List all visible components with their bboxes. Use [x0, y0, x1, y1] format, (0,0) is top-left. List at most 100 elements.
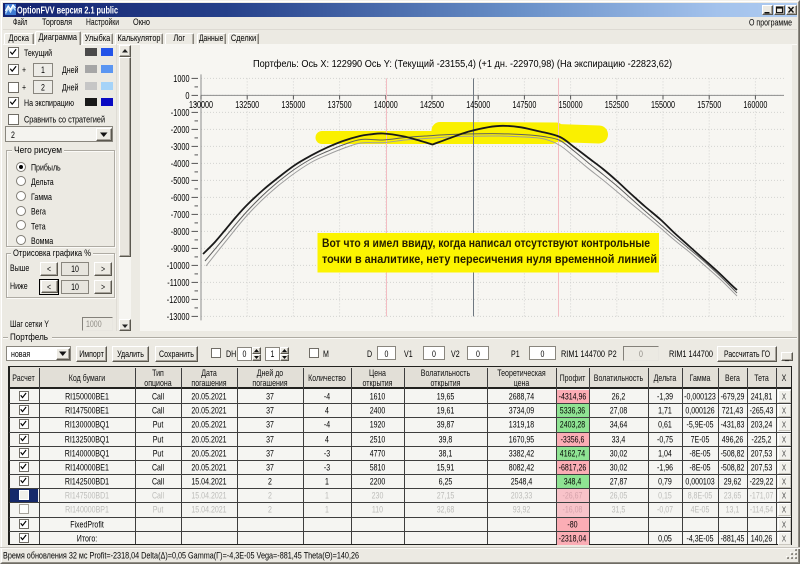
svg-text:RI132500BQ1: RI132500BQ1 [65, 435, 110, 446]
svg-text:открытия: открытия [363, 378, 393, 389]
svg-text:-8E-05: -8E-05 [689, 463, 710, 474]
svg-text:RI130000BQ1: RI130000BQ1 [65, 420, 110, 431]
svg-text:Гамма: Гамма [690, 373, 711, 384]
svg-text:Сохранить: Сохранить [159, 349, 194, 360]
svg-text:Put: Put [153, 505, 164, 516]
svg-text:4770: 4770 [370, 449, 386, 460]
svg-text:0: 0 [541, 349, 545, 360]
svg-text:241,81: 241,81 [751, 392, 773, 403]
svg-text:Прибыль: Прибыль [31, 163, 61, 174]
svg-text:Доска: Доска [9, 33, 30, 44]
svg-text:5810: 5810 [370, 463, 386, 474]
svg-text:M: M [323, 349, 329, 360]
svg-text:15.04.2021: 15.04.2021 [191, 505, 226, 516]
svg-text:Расчет: Расчет [12, 373, 35, 384]
svg-text:Улыбка: Улыбка [85, 33, 111, 44]
svg-text:203,33: 203,33 [511, 491, 533, 502]
svg-text:1000: 1000 [173, 74, 190, 85]
svg-text:-1,96: -1,96 [657, 463, 673, 474]
svg-text:29,62: 29,62 [724, 477, 742, 488]
svg-text:2400: 2400 [370, 406, 386, 417]
svg-text:20.05.2021: 20.05.2021 [191, 420, 226, 431]
svg-text:-5,9E-05: -5,9E-05 [687, 420, 714, 431]
svg-text:2: 2 [41, 83, 45, 94]
svg-text:30,02: 30,02 [610, 449, 628, 460]
svg-text:-229,22: -229,22 [750, 477, 774, 488]
svg-text:27,87: 27,87 [610, 477, 628, 488]
svg-text:2: 2 [268, 505, 272, 516]
svg-text:1670,95: 1670,95 [509, 435, 534, 446]
svg-text:Портфель: Портфель [10, 332, 48, 343]
svg-text:V2: V2 [451, 349, 460, 360]
svg-text:-12000: -12000 [167, 295, 190, 306]
svg-text:Ниже: Ниже [10, 281, 28, 292]
svg-text:цена: цена [514, 378, 530, 389]
svg-text:-4000: -4000 [171, 159, 190, 170]
svg-text:X: X [782, 406, 786, 416]
svg-text:Дельта: Дельта [31, 177, 54, 188]
svg-text:RI140000BP1: RI140000BP1 [65, 505, 109, 516]
svg-text:RI142500BD1: RI142500BD1 [65, 477, 109, 488]
svg-text:Дней: Дней [62, 65, 79, 76]
svg-text:152500: 152500 [605, 100, 629, 111]
svg-text:X: X [782, 449, 786, 459]
svg-text:2510: 2510 [370, 435, 386, 446]
svg-text:2688,74: 2688,74 [509, 392, 534, 403]
svg-text:Количество: Количество [308, 373, 346, 384]
svg-text:137500: 137500 [328, 100, 352, 111]
svg-text:RI140000BQ1: RI140000BQ1 [65, 449, 110, 460]
svg-text:5336,36: 5336,36 [560, 406, 585, 417]
svg-text:32,68: 32,68 [437, 505, 455, 516]
svg-text:0: 0 [243, 349, 247, 360]
svg-text:-3000: -3000 [171, 142, 190, 153]
svg-text:погашения: погашения [191, 378, 226, 389]
svg-text:-3: -3 [324, 449, 330, 460]
svg-text:30,02: 30,02 [610, 463, 628, 474]
svg-text:-431,83: -431,83 [721, 420, 745, 431]
svg-text:RI140000BE1: RI140000BE1 [65, 463, 109, 474]
svg-text:110: 110 [372, 505, 383, 516]
svg-text:Диаграмма: Диаграмма [39, 32, 78, 43]
svg-text:Put: Put [153, 420, 164, 431]
svg-text:37: 37 [266, 406, 274, 417]
svg-text:37: 37 [266, 449, 274, 460]
svg-text:Тета: Тета [754, 373, 769, 384]
svg-text:0,000103: 0,000103 [685, 477, 714, 488]
svg-text:20.05.2021: 20.05.2021 [191, 392, 226, 403]
svg-text:Портфель: Ось X: 122990 Ось Y:: Портфель: Ось X: 122990 Ось Y: (Текущий … [253, 58, 672, 70]
svg-text:0: 0 [385, 349, 389, 360]
svg-text:19,65: 19,65 [437, 392, 455, 403]
svg-text:150000: 150000 [559, 100, 583, 111]
svg-text:Настройки: Настройки [86, 17, 119, 28]
svg-text:-881,45: -881,45 [721, 534, 745, 545]
svg-text:-4314,96: -4314,96 [559, 392, 587, 403]
svg-text:1: 1 [41, 65, 45, 76]
svg-text:207,53: 207,53 [751, 449, 773, 460]
svg-text:-4: -4 [324, 420, 330, 431]
svg-text:Вомма: Вомма [31, 236, 54, 247]
svg-text:39,87: 39,87 [437, 420, 455, 431]
svg-text:>: > [101, 264, 105, 275]
svg-text:-80: -80 [567, 520, 577, 531]
svg-text:26,05: 26,05 [610, 491, 628, 502]
svg-text:Шаг сетки Y: Шаг сетки Y [10, 319, 49, 330]
svg-text:15.04.2021: 15.04.2021 [191, 477, 226, 488]
svg-text:>: > [101, 282, 105, 293]
svg-text:1920: 1920 [370, 420, 386, 431]
svg-text:4E-05: 4E-05 [691, 505, 710, 516]
svg-text:13,1: 13,1 [726, 505, 740, 516]
svg-text:1,71: 1,71 [658, 406, 672, 417]
svg-text:-4: -4 [324, 392, 330, 403]
svg-text:4162,74: 4162,74 [560, 449, 585, 460]
svg-text:Call: Call [152, 392, 164, 403]
svg-text:37: 37 [266, 420, 274, 431]
svg-text:-225,2: -225,2 [752, 435, 772, 446]
svg-text:Дней: Дней [62, 83, 79, 94]
svg-text:-0,000123: -0,000123 [684, 392, 716, 403]
svg-text:-2000: -2000 [171, 125, 190, 136]
svg-text:8082,42: 8082,42 [509, 463, 534, 474]
svg-text:20.05.2021: 20.05.2021 [191, 449, 226, 460]
svg-text:93,92: 93,92 [513, 505, 531, 516]
svg-text:OptionFVV версия 2.1 public: OptionFVV версия 2.1 public [17, 5, 118, 17]
svg-text:P2: P2 [608, 349, 617, 360]
